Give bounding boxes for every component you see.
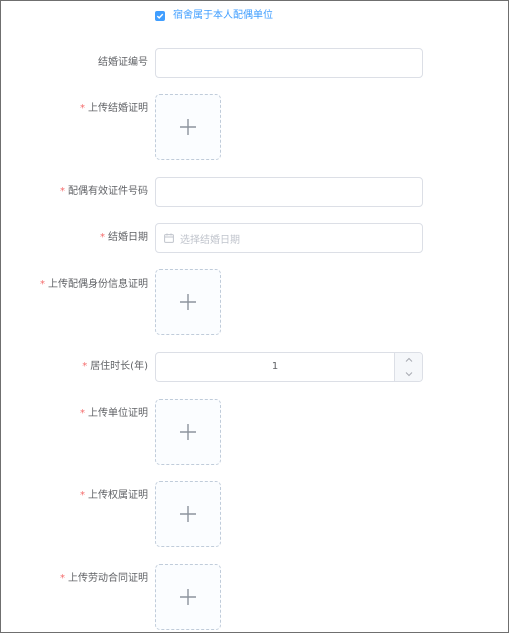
required-marker: * <box>60 186 65 197</box>
marriage-date-label: * 结婚日期 <box>100 232 148 243</box>
labor-contract-proof-label: * 上传劳动合同证明 <box>60 573 148 584</box>
checkbox-box[interactable] <box>155 11 165 21</box>
spouse-id-proof-upload-button[interactable] <box>155 269 221 335</box>
chevron-up-icon <box>405 357 412 362</box>
required-marker: * <box>60 573 65 584</box>
checkbox-label: 宿舍属于本人配偶单位 <box>173 10 273 21</box>
spouse-id-no-input[interactable] <box>155 177 423 207</box>
plus-icon <box>180 119 196 135</box>
marriage-proof-upload-button[interactable] <box>155 94 221 160</box>
marriage-date-picker[interactable]: 选择结婚日期 <box>155 223 423 253</box>
spouse-id-no-label: * 配偶有效证件号码 <box>60 186 148 197</box>
check-icon <box>156 13 164 19</box>
marriage-cert-no-label: 结婚证编号 <box>98 57 148 68</box>
plus-icon <box>180 506 196 522</box>
required-marker: * <box>40 279 45 290</box>
residence-years-value[interactable]: 1 <box>156 353 394 381</box>
marriage-proof-label: * 上传结婚证明 <box>80 103 148 114</box>
residence-years-label: * 居住时长(年) <box>82 361 148 372</box>
form-panel: 宿舍属于本人配偶单位 结婚证编号 * 上传结婚证明 * 配偶有效证件号码 * 结婚日期 <box>0 0 509 633</box>
residence-years-stepper[interactable]: 1 <box>155 352 423 382</box>
required-marker: * <box>80 490 85 501</box>
plus-icon <box>180 424 196 440</box>
required-marker: * <box>80 408 85 419</box>
marriage-date-placeholder: 选择结婚日期 <box>180 234 240 246</box>
spouse-id-proof-label: * 上传配偶身份信息证明 <box>40 279 148 290</box>
calendar-icon <box>164 233 174 243</box>
stepper-increase-button[interactable] <box>394 353 422 368</box>
ownership-proof-label: * 上传权属证明 <box>80 490 148 501</box>
ownership-proof-upload-button[interactable] <box>155 481 221 547</box>
plus-icon <box>180 294 196 310</box>
required-marker: * <box>100 232 105 243</box>
stepper-decrease-button[interactable] <box>394 367 422 381</box>
employer-proof-label: * 上传单位证明 <box>80 408 148 419</box>
labor-contract-proof-upload-button[interactable] <box>155 564 221 630</box>
chevron-down-icon <box>405 372 412 377</box>
dorm-belongs-to-spouse-employer-checkbox[interactable]: 宿舍属于本人配偶单位 <box>155 9 273 23</box>
required-marker: * <box>80 103 85 114</box>
plus-icon <box>180 589 196 605</box>
employer-proof-upload-button[interactable] <box>155 399 221 465</box>
required-marker: * <box>82 361 88 372</box>
marriage-cert-no-input[interactable] <box>155 48 423 78</box>
